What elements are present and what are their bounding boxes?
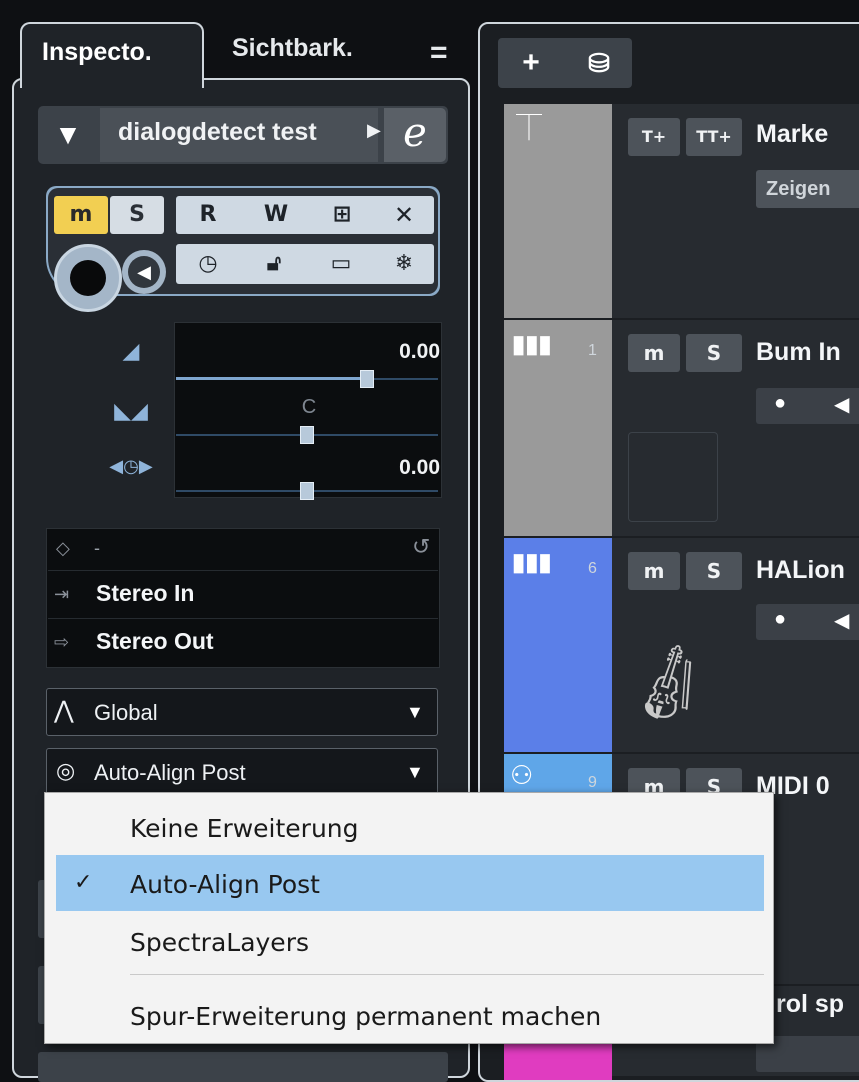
add-cycle-marker-button[interactable]: TT+ <box>686 118 742 156</box>
midi-icon: ⚇ <box>510 760 534 790</box>
track-name[interactable]: rol sp <box>776 990 844 1019</box>
checkmark-icon: ✓ <box>74 870 93 895</box>
automation-mode-label: Global <box>94 700 158 725</box>
routing-divider <box>48 570 438 571</box>
read-automation-button[interactable]: R <box>184 196 232 234</box>
mute-button[interactable]: m <box>628 334 680 372</box>
track-name[interactable]: Marke <box>756 120 828 149</box>
marker-icon: ⏉ <box>516 113 543 143</box>
volume-slider-thumb[interactable] <box>360 370 375 388</box>
record-dot-icon[interactable]: ● <box>774 392 786 415</box>
pan-icon: ◣◢ <box>114 398 148 423</box>
timebase-icon[interactable]: ◷ <box>184 244 232 284</box>
add-marker-button[interactable]: T+ <box>628 118 680 156</box>
chevron-down-icon: ▼ <box>406 762 424 782</box>
routing-divider <box>48 618 438 619</box>
pan-slider-thumb[interactable] <box>300 426 314 444</box>
menu-item-auto-align-post[interactable]: Auto-Align Post <box>130 870 320 899</box>
mute-button[interactable]: m <box>628 552 680 590</box>
solo-button[interactable]: S <box>686 552 742 590</box>
menu-item-spectralayers[interactable]: SpectraLayers <box>130 928 309 957</box>
menu-item-keine-erweiterung[interactable]: Keine Erweiterung <box>130 814 359 843</box>
delay-slider-thumb[interactable] <box>300 482 314 500</box>
chevron-down-icon: ▼ <box>406 702 424 722</box>
folder-icon[interactable]: ⛁ <box>568 38 630 88</box>
hidden-control <box>38 1052 448 1082</box>
volume-value[interactable]: 0.00 <box>300 340 440 364</box>
freeze-icon[interactable]: ❄ <box>380 244 428 284</box>
menu-item-make-permanent[interactable]: Spur-Erweiterung permanent machen <box>130 1002 601 1031</box>
tab-visibility[interactable]: Sichtbark. <box>218 34 408 78</box>
panel-menu-icon[interactable]: = <box>430 36 448 70</box>
instrument-icon: ▮▮▮ <box>512 549 552 576</box>
record-dot-icon <box>70 260 106 296</box>
track-name[interactable]: HALion <box>756 556 845 585</box>
lanes-icon[interactable]: ▭ <box>314 244 368 284</box>
output-routing[interactable]: Stereo Out <box>96 628 214 655</box>
preset-icon: ◇ <box>56 538 70 558</box>
preset-value[interactable]: - <box>94 538 100 559</box>
track-name: dialogdetect test <box>118 118 317 146</box>
track-name[interactable]: Bum In <box>756 338 841 367</box>
volume-slider-fill <box>176 377 368 380</box>
extension-icon: ◎ <box>56 758 76 783</box>
edit-instrument-button[interactable]: e <box>384 108 446 162</box>
bypass-inserts-icon[interactable]: ✕ <box>380 196 428 234</box>
reset-icon[interactable]: ↺ <box>412 534 430 560</box>
record-dot-icon[interactable]: ● <box>774 608 786 631</box>
track-number: 6 <box>588 560 597 577</box>
automation-icon: ⋀ <box>54 697 74 724</box>
write-automation-button[interactable]: W <box>252 196 300 234</box>
delay-icon: ◀◷▶ <box>109 456 153 476</box>
pan-value[interactable]: C <box>294 396 324 419</box>
input-routing[interactable]: Stereo In <box>96 580 194 607</box>
speaker-icon[interactable]: ◀ <box>834 608 849 633</box>
delay-value[interactable]: 0.00 <box>300 456 440 480</box>
instrument-icon: ▮▮▮ <box>512 331 552 358</box>
tab-inspector[interactable]: Inspecto. <box>20 22 204 88</box>
speaker-icon: ◀ <box>128 256 160 288</box>
edit-channel-icon[interactable]: ⊞ <box>318 196 366 234</box>
input-icon: ⇥ <box>54 584 70 604</box>
mute-button[interactable]: m <box>54 196 108 234</box>
track-number: 1 <box>588 342 597 359</box>
track-extension-label: Auto-Align Post <box>94 760 246 785</box>
lock-icon[interactable]: 🔓︎ <box>248 244 300 284</box>
show-label: Zeigen <box>766 178 831 200</box>
speaker-icon[interactable]: ◀ <box>834 392 849 417</box>
solo-button[interactable]: S <box>686 334 742 372</box>
menu-separator <box>130 974 764 975</box>
volume-icon: ◢ <box>122 338 140 363</box>
tab-visibility-label: Sichtbark. <box>232 34 353 62</box>
track-number: 9 <box>588 774 597 791</box>
add-track-button[interactable]: + <box>500 38 562 88</box>
collapse-triangle-icon[interactable]: ▼ <box>40 108 96 162</box>
track-picture[interactable] <box>628 432 718 522</box>
solo-button[interactable]: S <box>110 196 164 234</box>
tab-inspector-label: Inspecto. <box>42 38 152 66</box>
track-arrow-icon[interactable]: ▶ <box>367 120 381 141</box>
output-icon: ⇨ <box>54 632 70 652</box>
